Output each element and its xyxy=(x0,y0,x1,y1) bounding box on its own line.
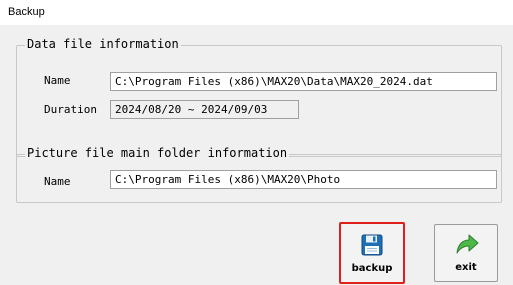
data-file-legend: Data file information xyxy=(25,37,181,51)
data-file-name-field[interactable]: C:\Program Files (x86)\MAX20\Data\MAX20_… xyxy=(110,72,497,91)
picture-folder-name-label: Name xyxy=(44,175,71,188)
window-title: Backup xyxy=(8,6,45,18)
duration-label: Duration xyxy=(44,103,97,116)
backup-button-label: backup xyxy=(351,263,393,274)
exit-button-label: exit xyxy=(455,262,477,273)
exit-button[interactable]: exit xyxy=(434,224,498,282)
backup-button[interactable]: backup xyxy=(339,222,405,284)
floppy-disk-icon xyxy=(361,234,383,256)
data-file-name-label: Name xyxy=(44,74,71,87)
title-bar: Backup xyxy=(0,0,513,25)
exit-arrow-icon xyxy=(456,234,479,254)
data-file-group: Data file information Name C:\Program Fi… xyxy=(16,37,502,157)
duration-field: 2024/08/20 ~ 2024/09/03 xyxy=(110,100,299,119)
picture-folder-name-field[interactable]: C:\Program Files (x86)\MAX20\Photo xyxy=(110,170,497,189)
picture-folder-legend: Picture file main folder information xyxy=(25,146,290,160)
picture-folder-group: Picture file main folder information Nam… xyxy=(16,146,502,203)
